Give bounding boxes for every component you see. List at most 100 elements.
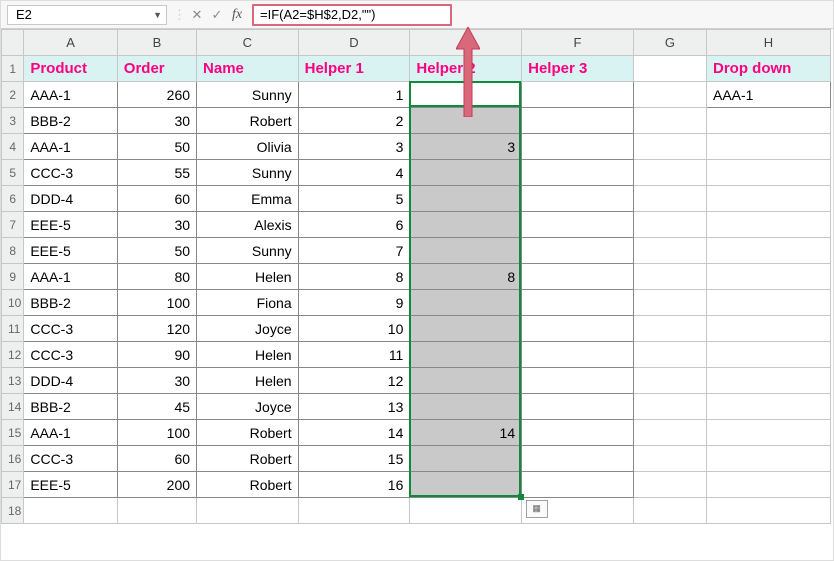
header-cell-A[interactable]: Product [24,56,117,82]
select-all-corner[interactable] [2,30,24,56]
cell-D9[interactable]: 8 [298,264,410,290]
cell-B8[interactable]: 50 [117,238,196,264]
cell-G7[interactable] [633,212,706,238]
cell-C17[interactable]: Robert [197,472,299,498]
cell-G17[interactable] [633,472,706,498]
cell-E4[interactable]: 3 [410,134,522,160]
cell-C2[interactable]: Sunny [197,82,299,108]
cell-F12[interactable] [522,342,634,368]
cell-H17[interactable] [707,472,831,498]
cell-G2[interactable] [633,82,706,108]
cell-blank-18-2[interactable] [197,498,299,524]
cell-G12[interactable] [633,342,706,368]
cell-blank-18-4[interactable] [410,498,522,524]
fill-handle[interactable] [518,494,524,500]
row-header-9[interactable]: 9 [2,264,24,290]
header-cell-F[interactable]: Helper 3 [522,56,634,82]
cell-E5[interactable] [410,160,522,186]
cell-C11[interactable]: Joyce [197,316,299,342]
cell-G8[interactable] [633,238,706,264]
cell-D16[interactable]: 15 [298,446,410,472]
cell-D11[interactable]: 10 [298,316,410,342]
cell-C12[interactable]: Helen [197,342,299,368]
cell-H3[interactable] [707,108,831,134]
cell-G15[interactable] [633,420,706,446]
cell-C15[interactable]: Robert [197,420,299,446]
col-header-F[interactable]: F [522,30,634,56]
cell-B10[interactable]: 100 [117,290,196,316]
row-header-3[interactable]: 3 [2,108,24,134]
cell-F15[interactable] [522,420,634,446]
cell-F13[interactable] [522,368,634,394]
header-cell-E[interactable]: Helper 2 [410,56,522,82]
cell-B9[interactable]: 80 [117,264,196,290]
cell-A10[interactable]: BBB-2 [24,290,117,316]
cell-F2[interactable] [522,82,634,108]
cell-A5[interactable]: CCC-3 [24,160,117,186]
cell-E6[interactable] [410,186,522,212]
cell-C10[interactable]: Fiona [197,290,299,316]
cell-E15[interactable]: 14 [410,420,522,446]
cell-D14[interactable]: 13 [298,394,410,420]
cell-E12[interactable] [410,342,522,368]
cell-blank-18-7[interactable] [707,498,831,524]
cell-G16[interactable] [633,446,706,472]
cell-D6[interactable]: 5 [298,186,410,212]
cell-B12[interactable]: 90 [117,342,196,368]
cell-B14[interactable]: 45 [117,394,196,420]
cell-B13[interactable]: 30 [117,368,196,394]
cell-G14[interactable] [633,394,706,420]
header-cell-C[interactable]: Name [197,56,299,82]
cell-F14[interactable] [522,394,634,420]
cell-B11[interactable]: 120 [117,316,196,342]
cell-B2[interactable]: 260 [117,82,196,108]
cell-H2[interactable]: AAA-1 [707,82,831,108]
enter-icon[interactable]: ✓ [208,6,226,24]
cell-H9[interactable] [707,264,831,290]
cell-D8[interactable]: 7 [298,238,410,264]
row-header-4[interactable]: 4 [2,134,24,160]
row-header-2[interactable]: 2 [2,82,24,108]
col-header-B[interactable]: B [117,30,196,56]
cell-H8[interactable] [707,238,831,264]
cell-A13[interactable]: DDD-4 [24,368,117,394]
cell-G13[interactable] [633,368,706,394]
cell-H7[interactable] [707,212,831,238]
cell-C5[interactable]: Sunny [197,160,299,186]
name-box[interactable]: E2 ▼ [7,5,167,25]
cell-H6[interactable] [707,186,831,212]
cell-A17[interactable]: EEE-5 [24,472,117,498]
cell-B17[interactable]: 200 [117,472,196,498]
cell-G10[interactable] [633,290,706,316]
cell-A6[interactable]: DDD-4 [24,186,117,212]
col-header-D[interactable]: D [298,30,410,56]
cell-D17[interactable]: 16 [298,472,410,498]
cell-blank-18-1[interactable] [117,498,196,524]
col-header-G[interactable]: G [633,30,706,56]
row-header-18[interactable]: 18 [2,498,24,524]
cell-B3[interactable]: 30 [117,108,196,134]
header-cell-B[interactable]: Order [117,56,196,82]
cell-F3[interactable] [522,108,634,134]
cell-F4[interactable] [522,134,634,160]
row-header-15[interactable]: 15 [2,420,24,446]
cell-G4[interactable] [633,134,706,160]
cell-G11[interactable] [633,316,706,342]
cell-A12[interactable]: CCC-3 [24,342,117,368]
cell-D7[interactable]: 6 [298,212,410,238]
row-header-16[interactable]: 16 [2,446,24,472]
cell-E8[interactable] [410,238,522,264]
cell-C7[interactable]: Alexis [197,212,299,238]
cell-B5[interactable]: 55 [117,160,196,186]
col-header-C[interactable]: C [197,30,299,56]
cell-D2[interactable]: 1 [298,82,410,108]
cell-G6[interactable] [633,186,706,212]
cell-H10[interactable] [707,290,831,316]
cell-A14[interactable]: BBB-2 [24,394,117,420]
cell-D12[interactable]: 11 [298,342,410,368]
cell-B15[interactable]: 100 [117,420,196,446]
cell-A2[interactable]: AAA-1 [24,82,117,108]
worksheet-grid[interactable]: ABCDEFGH 1ProductOrderNameHelper 1Helper… [1,29,833,560]
row-header-7[interactable]: 7 [2,212,24,238]
cell-H5[interactable] [707,160,831,186]
